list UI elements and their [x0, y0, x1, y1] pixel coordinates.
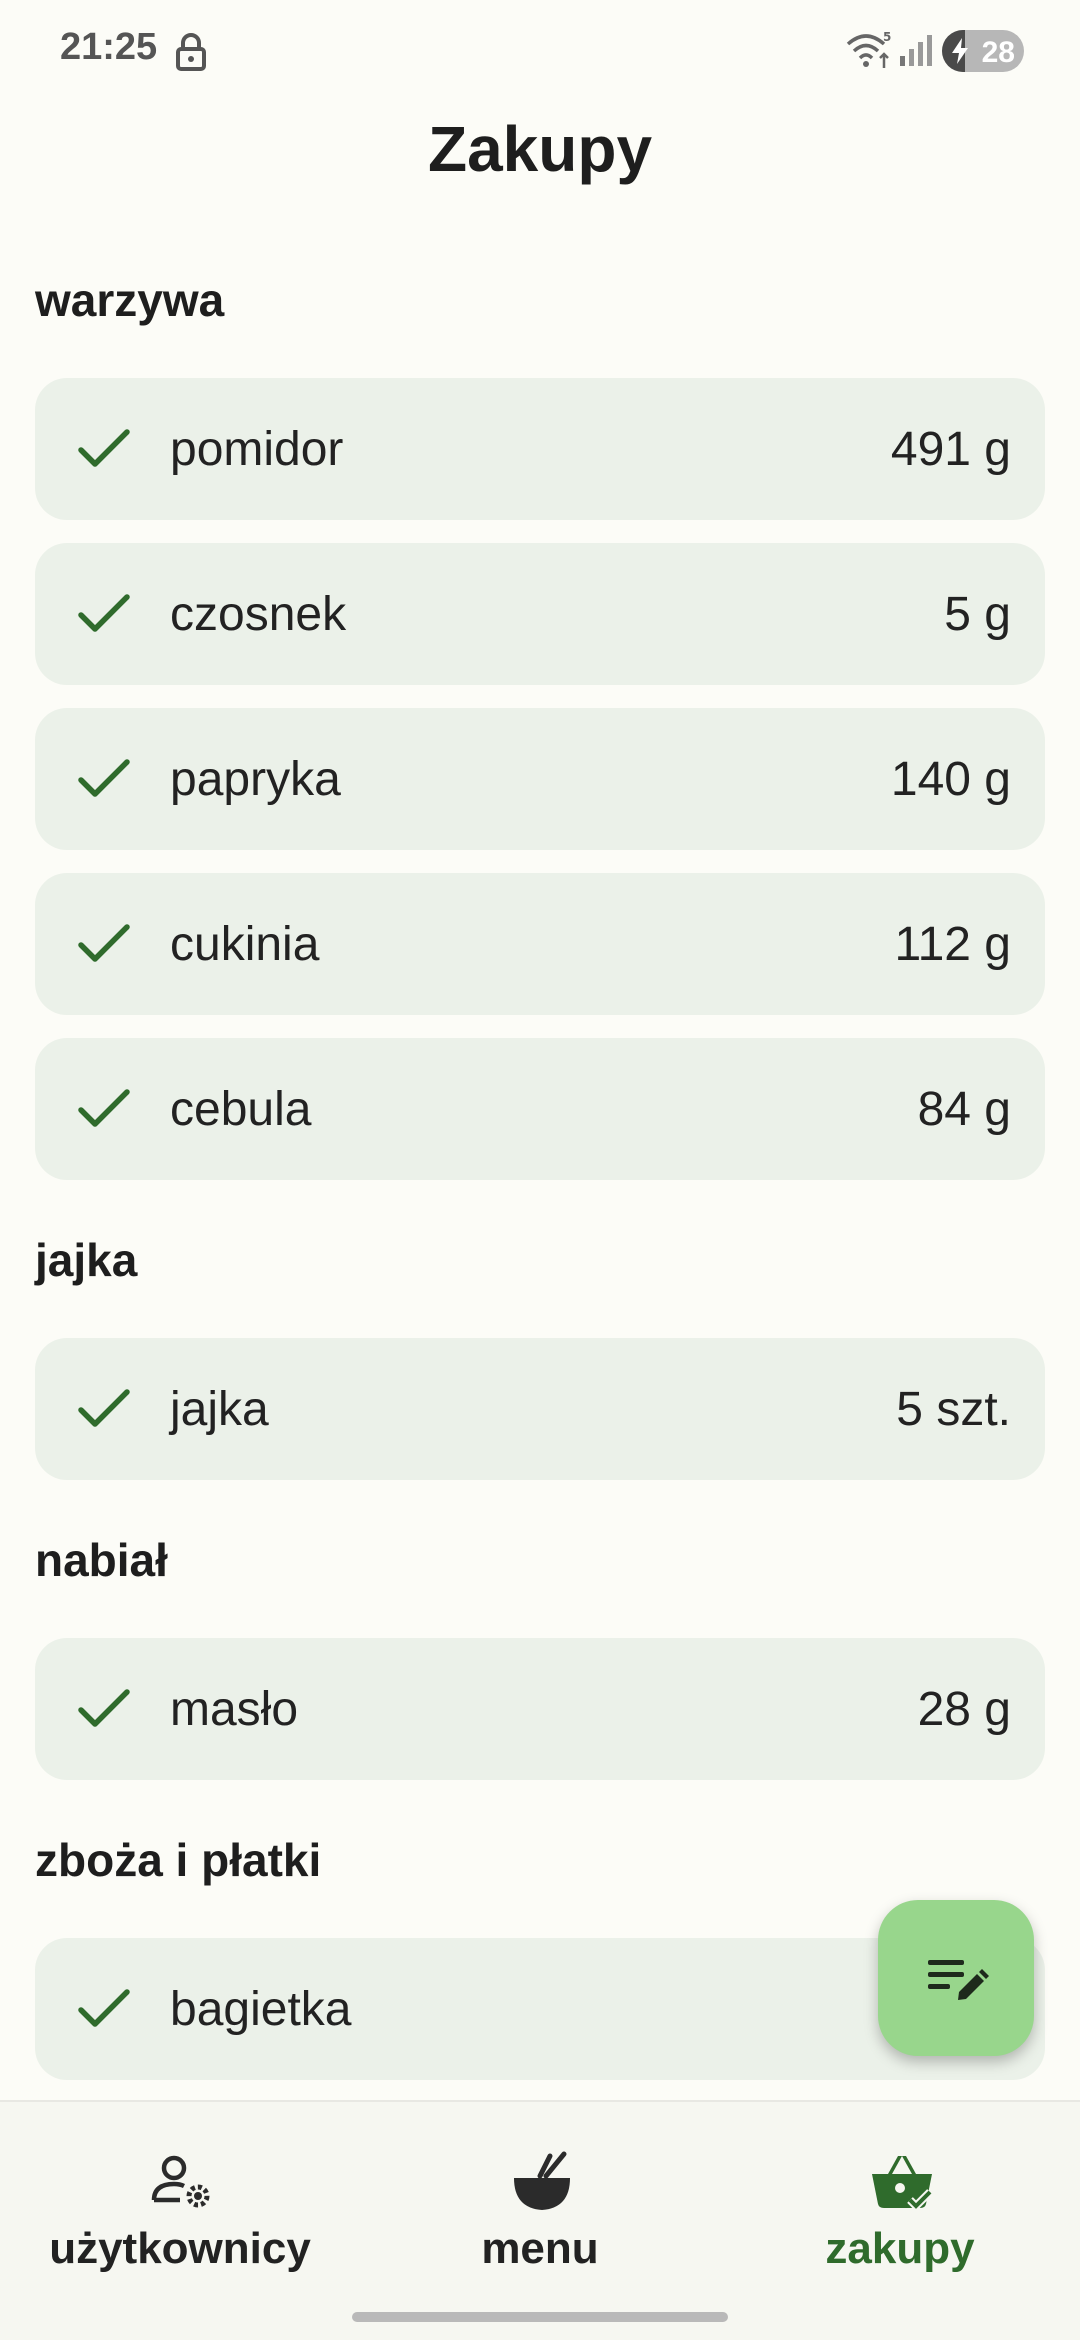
- signal-icon: [900, 35, 932, 66]
- nav-label-shopping: zakupy: [825, 2224, 975, 2273]
- check-icon: [78, 759, 130, 797]
- users-settings-icon: [151, 2155, 210, 2208]
- category-section: warzywa pomidor 491 g czosnek 5 g papryka 140 …: [35, 270, 1045, 1180]
- page-title: Zakupy: [427, 113, 653, 185]
- item-amount: 112 g: [894, 917, 1011, 971]
- battery-indicator: 28: [942, 30, 1024, 72]
- status-time: 21:25: [60, 26, 158, 68]
- item-name: jajka: [170, 1382, 269, 1436]
- nav-item-shopping[interactable]: zakupy: [720, 2102, 1080, 2322]
- shopping-item[interactable]: cukinia 112 g: [35, 873, 1045, 1015]
- check-icon: [78, 924, 130, 962]
- nav-label-menu: menu: [481, 2224, 599, 2273]
- category-title: zboża i płatki: [35, 1834, 322, 1886]
- check-icon: [78, 1089, 130, 1127]
- nav-item-menu[interactable]: menu: [360, 2102, 720, 2322]
- item-amount: 84 g: [917, 1082, 1011, 1136]
- item-amount: 5 g: [944, 587, 1011, 641]
- battery-percent: 28: [981, 36, 1015, 69]
- item-name: papryka: [170, 752, 341, 806]
- item-amount: 491 g: [890, 422, 1011, 476]
- shopping-item[interactable]: czosnek 5 g: [35, 543, 1045, 685]
- home-indicator[interactable]: [352, 2312, 728, 2322]
- nav-item-users[interactable]: użytkownicy: [0, 2102, 360, 2322]
- item-amount: 140 g: [890, 752, 1011, 806]
- wifi-icon: 5: [846, 30, 891, 68]
- category-section: jajka jajka 5 szt.: [35, 1230, 1045, 1480]
- category-title: warzywa: [35, 274, 225, 326]
- check-icon: [78, 429, 130, 467]
- shopping-item[interactable]: papryka 140 g: [35, 708, 1045, 850]
- item-name: czosnek: [170, 587, 347, 641]
- category-title: jajka: [35, 1234, 138, 1286]
- item-amount: 28 g: [917, 1682, 1011, 1736]
- shopping-item[interactable]: cebula 84 g: [35, 1038, 1045, 1180]
- svg-text:5: 5: [883, 30, 891, 44]
- charging-icon: [952, 38, 968, 64]
- lock-icon: [176, 33, 206, 71]
- shopping-item[interactable]: pomidor 491 g: [35, 378, 1045, 520]
- status-bar: 21:25 5 28: [0, 0, 1080, 100]
- check-icon: [78, 594, 130, 632]
- check-icon: [78, 1389, 130, 1427]
- shopping-list: warzywa pomidor 491 g czosnek 5 g papryka 140 …: [35, 270, 1045, 2080]
- screen: 21:25 5 28 Zakupy warzywa pomidor 491 g …: [0, 0, 1080, 2340]
- item-name: bagietka: [170, 1982, 352, 2036]
- category-section: nabiał masło 28 g: [35, 1530, 1045, 1780]
- item-name: pomidor: [170, 422, 344, 476]
- bottom-navigation: użytkownicy menu zakupy: [0, 2100, 1080, 2340]
- edit-list-button[interactable]: [878, 1900, 1034, 2056]
- item-name: cukinia: [170, 917, 320, 971]
- category-title: nabiał: [35, 1534, 168, 1586]
- nav-label-users: użytkownicy: [49, 2224, 311, 2273]
- shopping-item[interactable]: jajka 5 szt.: [35, 1338, 1045, 1480]
- edit-list-icon: [928, 1960, 989, 2000]
- shopping-item[interactable]: masło 28 g: [35, 1638, 1045, 1780]
- item-amount: 5 szt.: [896, 1382, 1011, 1436]
- shopping-basket-icon: [872, 2156, 933, 2212]
- bowl-icon: [514, 2151, 570, 2210]
- check-icon: [78, 1989, 130, 2027]
- check-icon: [78, 1689, 130, 1727]
- item-name: cebula: [170, 1082, 312, 1136]
- item-name: masło: [170, 1682, 299, 1736]
